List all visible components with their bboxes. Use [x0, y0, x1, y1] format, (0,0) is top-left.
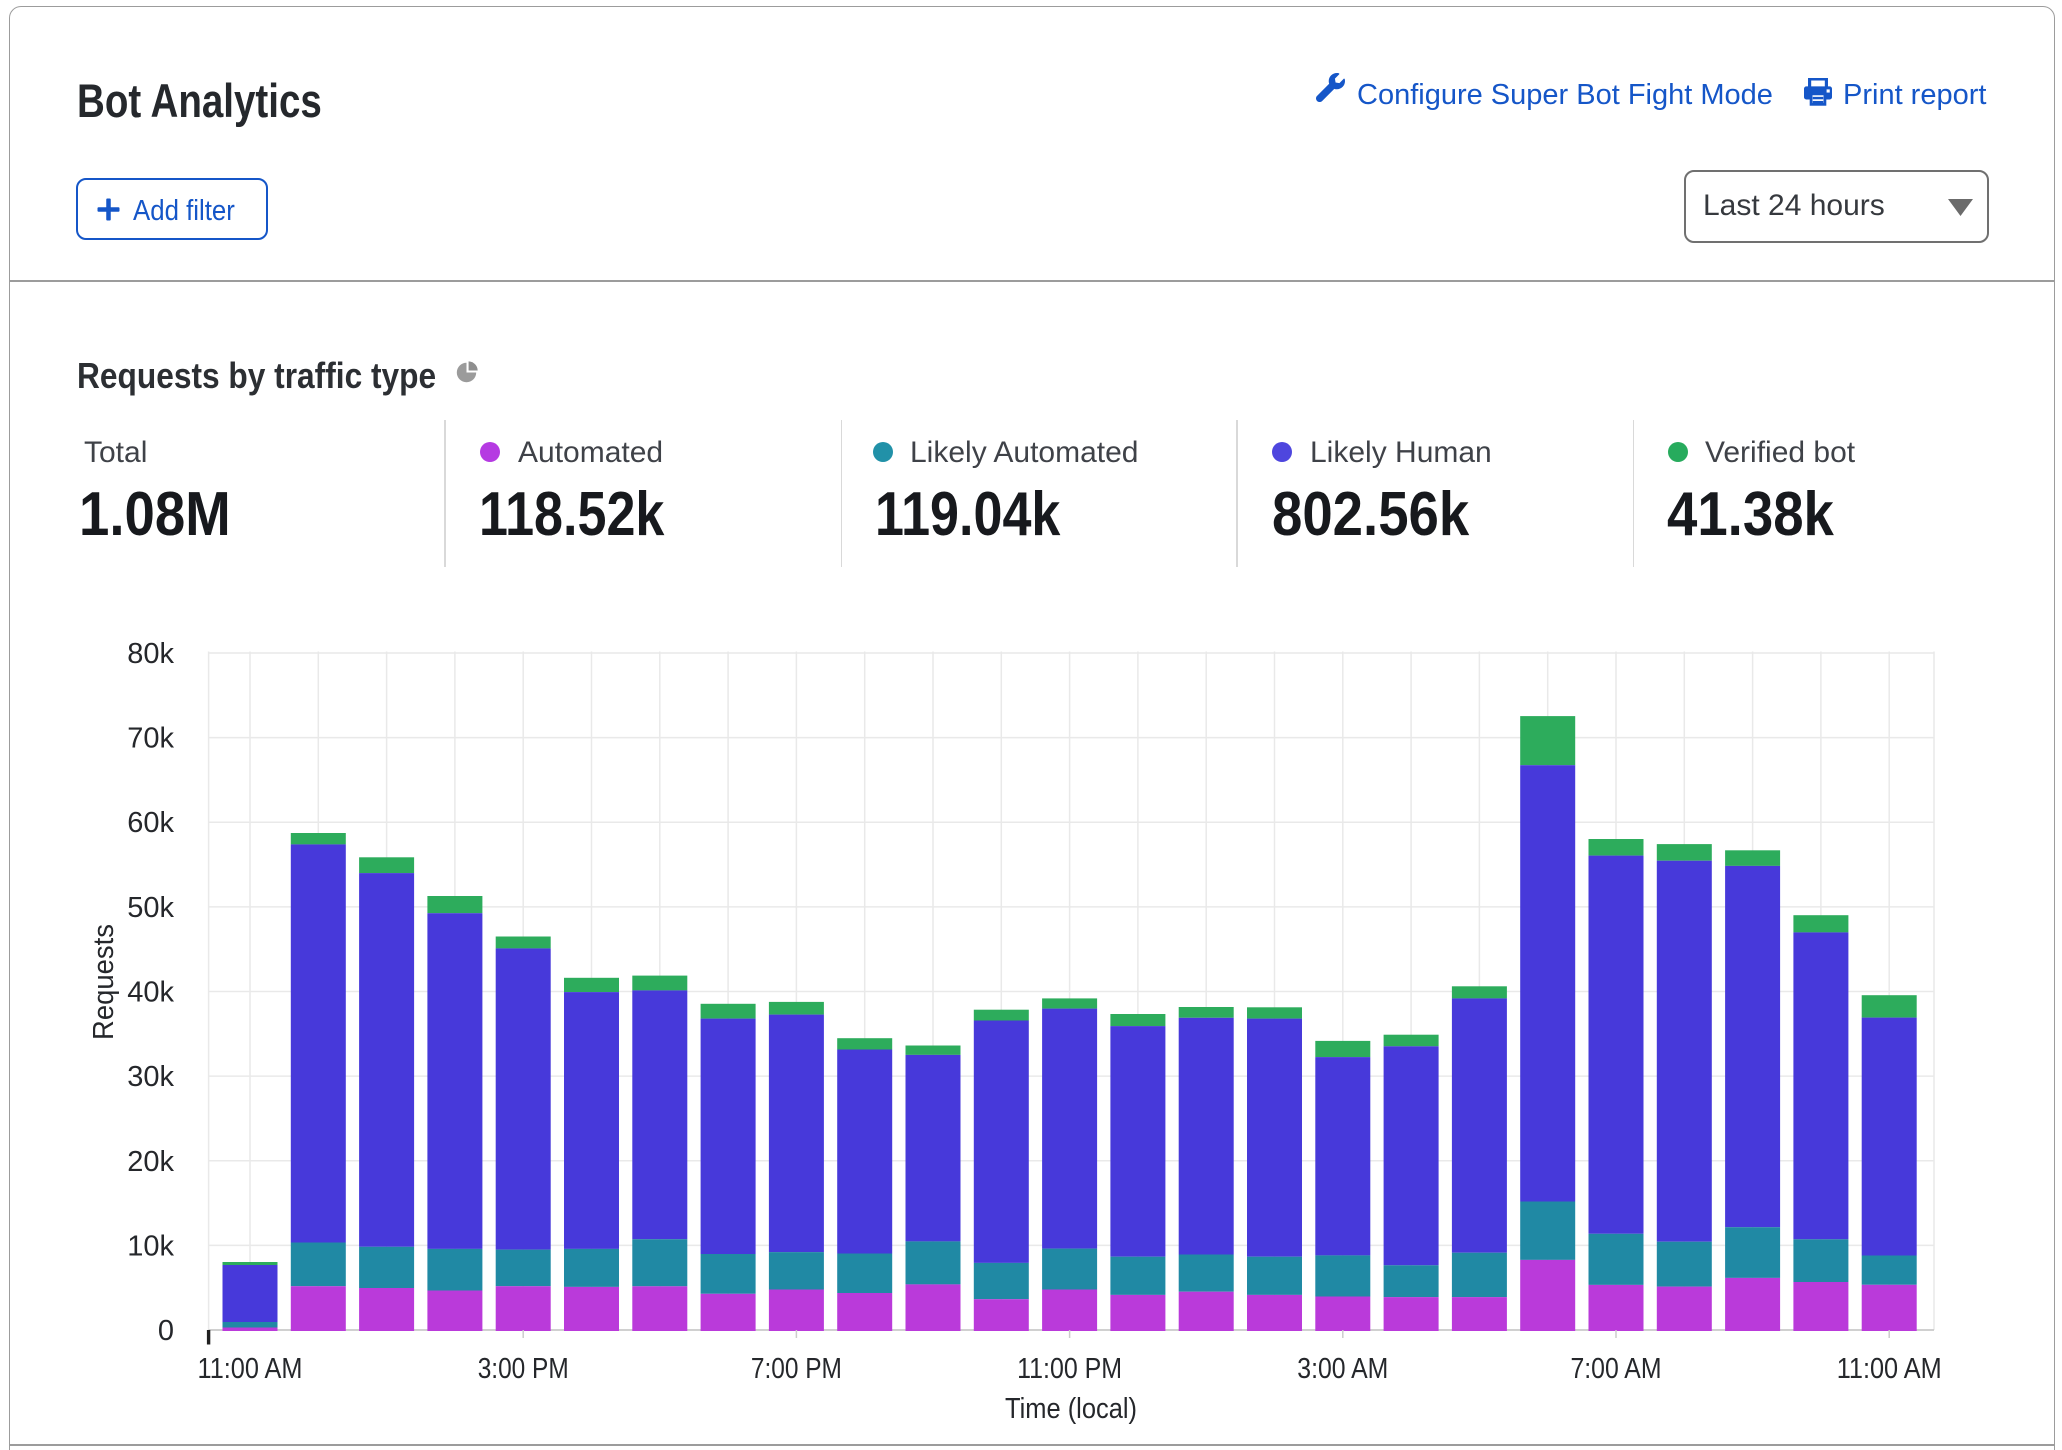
svg-text:70k: 70k: [127, 723, 174, 755]
svg-text:Time (local): Time (local): [1005, 1393, 1137, 1425]
svg-text:80k: 80k: [127, 638, 174, 670]
svg-text:20k: 20k: [127, 1146, 174, 1178]
svg-text:7:00 PM: 7:00 PM: [751, 1353, 842, 1385]
svg-text:11:00 AM: 11:00 AM: [198, 1353, 303, 1385]
svg-text:40k: 40k: [127, 977, 174, 1009]
svg-text:3:00 PM: 3:00 PM: [478, 1353, 569, 1385]
svg-text:50k: 50k: [127, 892, 174, 924]
svg-text:Requests: Requests: [88, 924, 120, 1040]
svg-text:11:00 AM: 11:00 AM: [1837, 1353, 1942, 1385]
svg-text:10k: 10k: [127, 1230, 174, 1262]
svg-text:0: 0: [158, 1315, 174, 1347]
svg-text:7:00 AM: 7:00 AM: [1571, 1353, 1662, 1385]
svg-text:60k: 60k: [127, 807, 174, 839]
svg-text:30k: 30k: [127, 1061, 174, 1093]
svg-text:11:00 PM: 11:00 PM: [1017, 1353, 1122, 1385]
svg-text:3:00 AM: 3:00 AM: [1297, 1353, 1388, 1385]
